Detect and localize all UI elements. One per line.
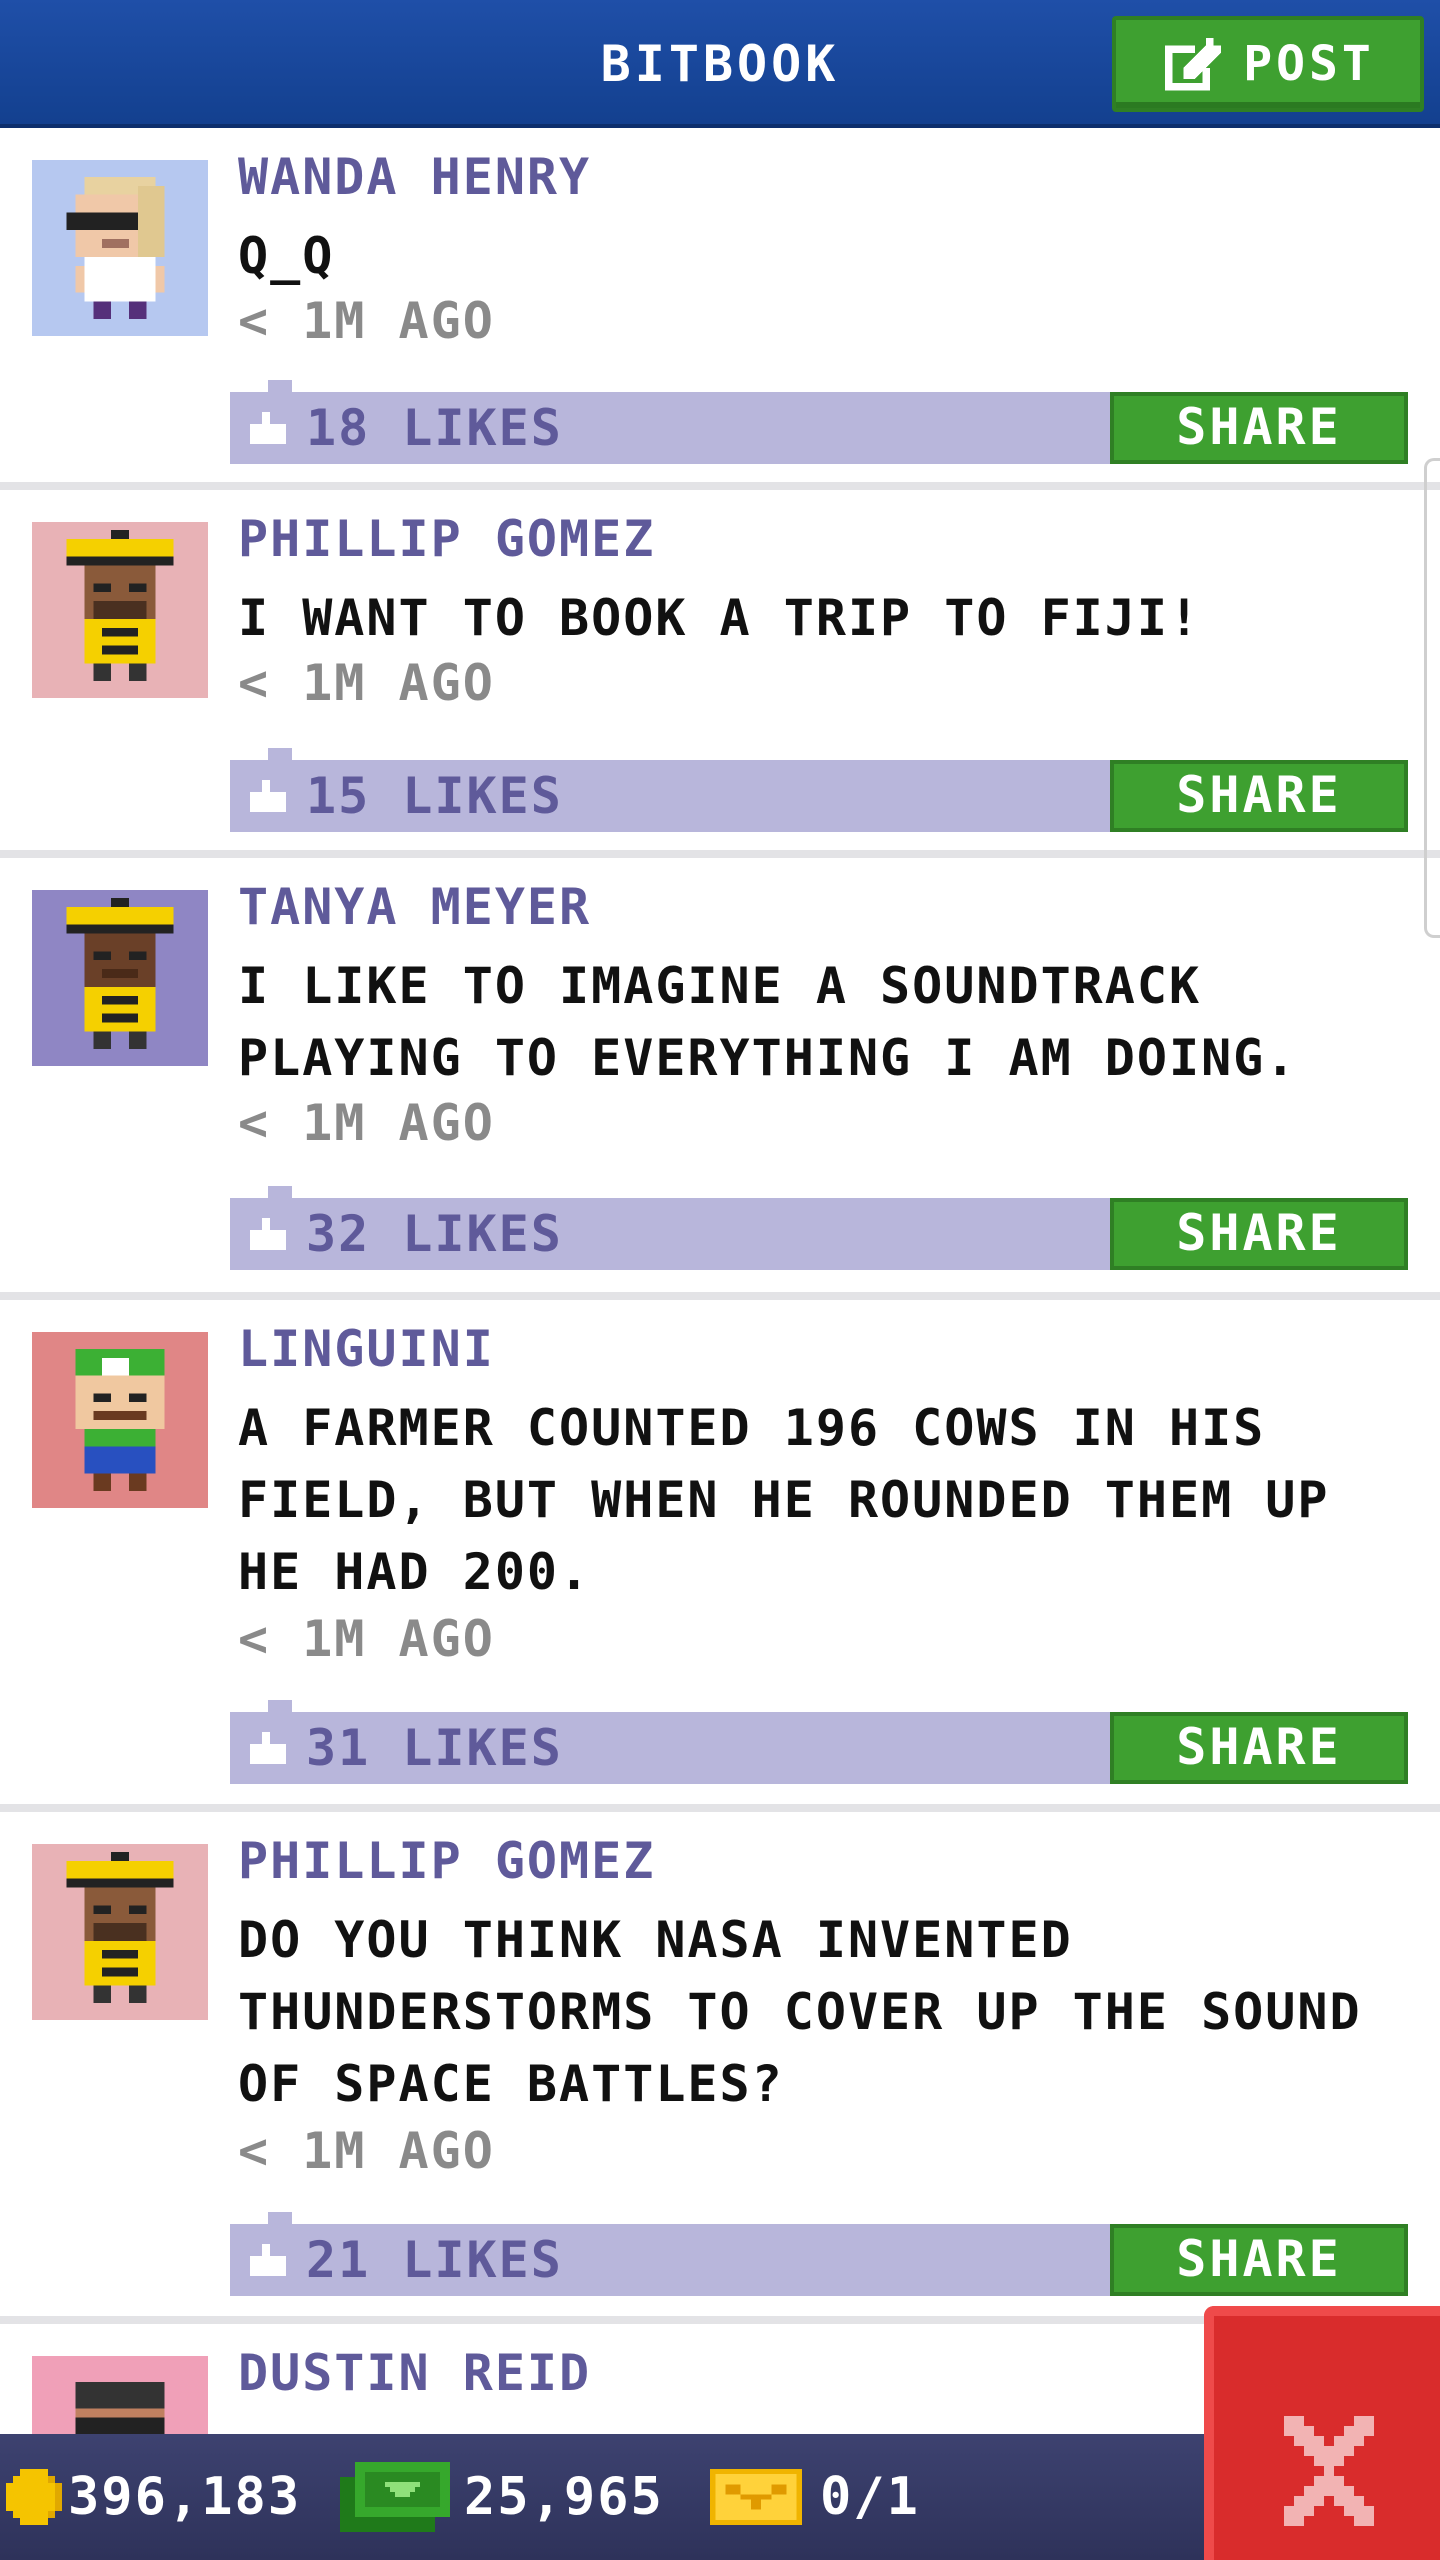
post-text: I LIKE TO IMAGINE A SOUNDTRACK PLAYING T…: [238, 957, 1298, 1087]
likes-bar-tab: [268, 1186, 292, 1200]
likes-bar-tab: [268, 2212, 292, 2226]
post-time: < 1M AGO: [238, 292, 495, 350]
edit-icon: [1164, 37, 1222, 91]
feed-list[interactable]: WANDA HENRY Q_Q < 1M AGO 18 LIKES SHARE: [0, 128, 1440, 2434]
avatar[interactable]: [32, 1844, 208, 2020]
app-header: BITBOOK POST: [0, 0, 1440, 128]
likes-bar-tab: [268, 380, 292, 394]
post-author[interactable]: DUSTIN REID: [238, 2344, 591, 2402]
close-button[interactable]: [1204, 2306, 1440, 2560]
thumbs-up-icon: [250, 2244, 286, 2276]
share-button[interactable]: SHARE: [1110, 1198, 1408, 1270]
share-button[interactable]: SHARE: [1110, 1712, 1408, 1784]
likes-count: 15 LIKES: [306, 767, 563, 825]
post-time: < 1M AGO: [238, 654, 495, 712]
post-text: DO YOU THINK NASA INVENTED THUNDERSTORMS…: [238, 1911, 1362, 2113]
likes-count: 18 LIKES: [306, 399, 563, 457]
likes-bar[interactable]: 21 LIKES SHARE: [230, 2212, 1408, 2296]
feed-post: PHILLIP GOMEZ I WANT TO BOOK A TRIP TO F…: [0, 490, 1440, 858]
post-author[interactable]: PHILLIP GOMEZ: [238, 1832, 655, 1890]
share-button[interactable]: SHARE: [1110, 392, 1408, 464]
avatar[interactable]: [32, 160, 208, 336]
post-button-label: POST: [1243, 36, 1375, 92]
likes-bar[interactable]: 18 LIKES SHARE: [230, 380, 1408, 464]
scroll-indicator[interactable]: [1424, 458, 1440, 938]
likes-count: 31 LIKES: [306, 1719, 563, 1777]
bux-stat: 25,965: [340, 2434, 664, 2560]
post-author[interactable]: WANDA HENRY: [238, 148, 591, 206]
post-time: < 1M AGO: [238, 1610, 495, 1668]
post-text: Q_Q: [238, 227, 335, 285]
post-author[interactable]: TANYA MEYER: [238, 878, 591, 936]
post-author[interactable]: PHILLIP GOMEZ: [238, 510, 655, 568]
post-time: < 1M AGO: [238, 1094, 495, 1152]
feed-post: WANDA HENRY Q_Q < 1M AGO 18 LIKES SHARE: [0, 128, 1440, 490]
close-icon: [1284, 2416, 1374, 2526]
post-text: A FARMER COUNTED 196 COWS IN HIS FIELD, …: [238, 1399, 1330, 1601]
likes-bar[interactable]: 32 LIKES SHARE: [230, 1186, 1408, 1270]
coins-stat: 396,183: [6, 2434, 301, 2560]
avatar[interactable]: [32, 890, 208, 1066]
share-button[interactable]: SHARE: [1110, 760, 1408, 832]
coins-count: 396,183: [68, 2467, 302, 2527]
thumbs-up-icon: [250, 1218, 286, 1250]
thumbs-up-icon: [250, 412, 286, 444]
coin-icon: [6, 2469, 62, 2525]
cash-icon: [340, 2462, 450, 2532]
tickets-count: 0/1: [820, 2467, 920, 2527]
avatar[interactable]: [32, 1332, 208, 1508]
feed-post: PHILLIP GOMEZ DO YOU THINK NASA INVENTED…: [0, 1812, 1440, 2324]
post-button[interactable]: POST: [1112, 16, 1424, 112]
likes-bar[interactable]: 15 LIKES SHARE: [230, 748, 1408, 832]
feed-post: TANYA MEYER I LIKE TO IMAGINE A SOUNDTRA…: [0, 858, 1440, 1300]
post-author[interactable]: LINGUINI: [238, 1320, 495, 1378]
likes-count: 21 LIKES: [306, 2231, 563, 2289]
likes-count: 32 LIKES: [306, 1205, 563, 1263]
bux-count: 25,965: [464, 2467, 664, 2527]
likes-bar-tab: [268, 1700, 292, 1714]
likes-bar-tab: [268, 748, 292, 762]
ticket-icon: [710, 2469, 802, 2525]
avatar[interactable]: [32, 2356, 208, 2434]
likes-bar[interactable]: 31 LIKES SHARE: [230, 1700, 1408, 1784]
avatar[interactable]: [32, 522, 208, 698]
tickets-stat: 0/1: [710, 2434, 920, 2560]
post-text: I WANT TO BOOK A TRIP TO FIJI!: [238, 589, 1202, 647]
thumbs-up-icon: [250, 780, 286, 812]
post-time: < 1M AGO: [238, 2122, 495, 2180]
thumbs-up-icon: [250, 1732, 286, 1764]
feed-post: LINGUINI A FARMER COUNTED 196 COWS IN HI…: [0, 1300, 1440, 1812]
share-button[interactable]: SHARE: [1110, 2224, 1408, 2296]
